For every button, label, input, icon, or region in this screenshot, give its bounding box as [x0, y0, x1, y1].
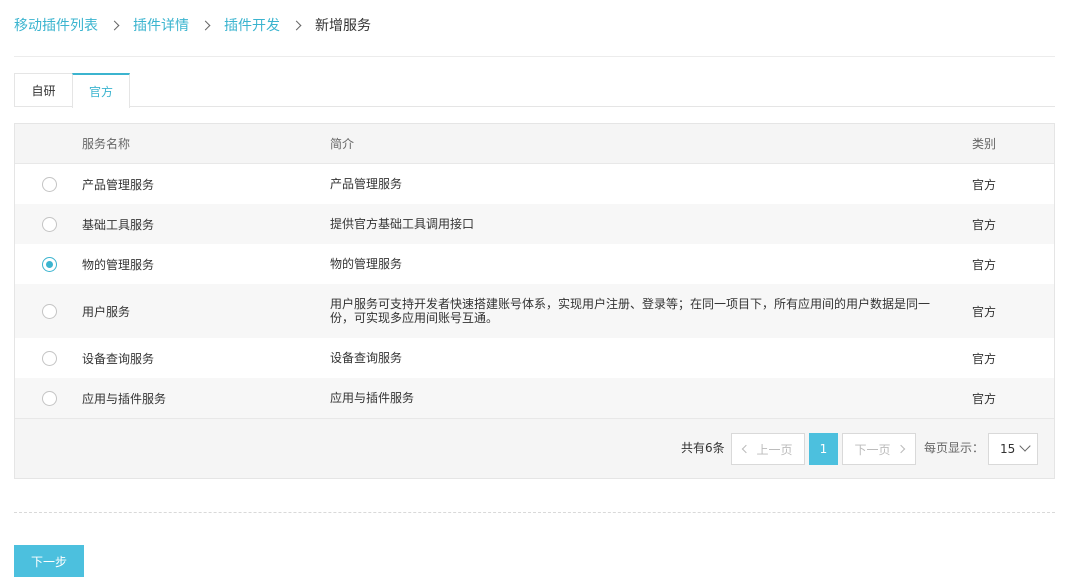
radio-cell [15, 176, 82, 192]
pagination: 共有6条 上一页 1 下一页 每页显示： 15 [15, 418, 1054, 478]
page-number-current[interactable]: 1 [809, 433, 838, 465]
service-category: 官方 [972, 217, 997, 232]
radio-button-selected[interactable] [42, 256, 57, 272]
breadcrumb-current: 新增服务 [315, 18, 371, 34]
tab-bar: 自研 官方 [14, 73, 1055, 108]
table-row[interactable]: 物的管理服务 物的管理服务 官方 [15, 244, 1054, 284]
service-description: 设备查询服务 [330, 351, 403, 365]
service-description: 用户服务可支持开发者快速搭建账号体系，实现用户注册、登录等；在同一项目下，所有应… [330, 297, 931, 325]
radio-button[interactable] [42, 176, 57, 192]
radio-cell [15, 350, 82, 366]
header-divider [14, 56, 1055, 57]
chevron-right-icon [109, 20, 120, 30]
chevron-right-icon [200, 20, 211, 30]
service-category: 官方 [972, 304, 997, 319]
service-table: 服务名称 简介 类别 产品管理服务 产品管理服务 官方 基础工具服务 提供官方基… [14, 123, 1055, 479]
service-description: 产品管理服务 [330, 177, 403, 191]
service-name: 基础工具服务 [82, 217, 155, 232]
header-category: 类别 [972, 137, 997, 151]
table-row[interactable]: 应用与插件服务 应用与插件服务 官方 [15, 378, 1054, 418]
tab-official[interactable]: 官方 [72, 73, 130, 108]
service-name: 应用与插件服务 [82, 391, 167, 406]
header-service-name: 服务名称 [82, 137, 131, 151]
radio-cell [15, 256, 82, 272]
service-name: 设备查询服务 [82, 351, 155, 366]
breadcrumb-plugin-dev[interactable]: 插件开发 [224, 15, 280, 35]
service-name: 物的管理服务 [82, 257, 155, 272]
service-category: 官方 [972, 391, 997, 406]
prev-page-button[interactable]: 上一页 [731, 433, 805, 465]
service-category: 官方 [972, 257, 997, 272]
service-category: 官方 [972, 177, 997, 192]
per-page-label: 每页显示： [924, 441, 985, 455]
next-step-button[interactable]: 下一步 [14, 545, 84, 577]
table-row[interactable]: 设备查询服务 设备查询服务 官方 [15, 338, 1054, 378]
service-name: 用户服务 [82, 304, 131, 319]
radio-button[interactable] [42, 350, 57, 366]
table-row[interactable]: 用户服务 用户服务可支持开发者快速搭建账号体系，实现用户注册、登录等；在同一项目… [15, 284, 1054, 338]
service-category: 官方 [972, 351, 997, 366]
service-description: 提供官方基础工具调用接口 [330, 217, 475, 231]
radio-cell [15, 303, 82, 319]
service-description: 物的管理服务 [330, 257, 403, 271]
next-page-label: 下一页 [854, 442, 891, 457]
radio-button[interactable] [42, 216, 57, 232]
radio-cell [15, 216, 82, 232]
chevron-down-icon [1019, 440, 1031, 452]
breadcrumb: 移动插件列表 插件详情 插件开发 新增服务 [14, 15, 371, 35]
dashed-divider [14, 512, 1055, 513]
per-page-value: 15 [1000, 442, 1016, 456]
radio-button[interactable] [42, 390, 57, 406]
service-description: 应用与插件服务 [330, 391, 415, 405]
table-row[interactable]: 产品管理服务 产品管理服务 官方 [15, 164, 1054, 204]
header-description: 简介 [330, 136, 355, 151]
breadcrumb-plugin-detail[interactable]: 插件详情 [133, 15, 189, 35]
tab-self-developed[interactable]: 自研 [14, 73, 72, 107]
next-page-button[interactable]: 下一页 [842, 433, 916, 465]
breadcrumb-plugin-list[interactable]: 移动插件列表 [14, 15, 98, 35]
chevron-right-icon [896, 444, 905, 454]
radio-button[interactable] [42, 303, 57, 319]
table-header: 服务名称 简介 类别 [15, 124, 1054, 164]
per-page-select[interactable]: 15 [988, 433, 1038, 465]
table-row[interactable]: 基础工具服务 提供官方基础工具调用接口 官方 [15, 204, 1054, 244]
prev-page-label: 上一页 [756, 442, 793, 457]
service-name: 产品管理服务 [82, 177, 155, 192]
radio-cell [15, 390, 82, 406]
total-count: 共有6条 [681, 441, 725, 455]
chevron-left-icon [742, 444, 751, 454]
chevron-right-icon [291, 20, 302, 30]
